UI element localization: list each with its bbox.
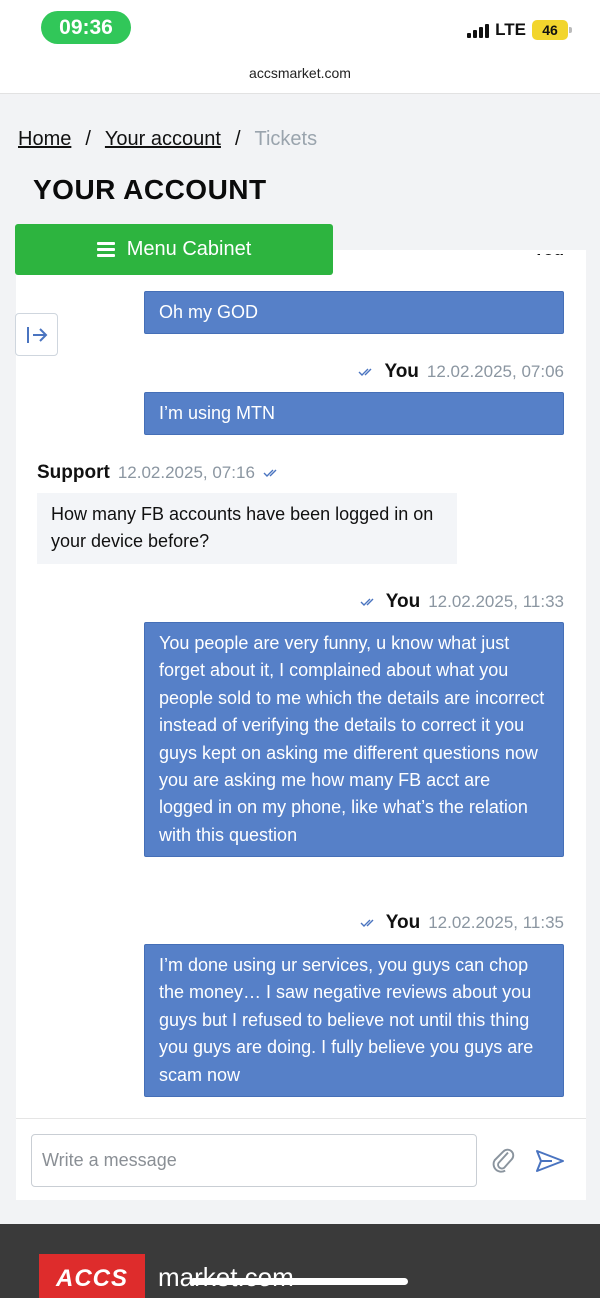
network-type: LTE [495, 20, 526, 39]
address-bar[interactable]: accsmarket.com [0, 58, 600, 94]
message-meta: Support 12.02.2025, 07:16 [37, 462, 281, 484]
status-time: 09:36 [41, 11, 131, 44]
status-bar: 09:36 LTE 46 [0, 0, 600, 58]
outgoing-message: You people are very funny, u know what j… [144, 622, 564, 858]
sidebar-toggle-icon [26, 326, 47, 343]
message-meta: You 12.02.2025, 07:06 [358, 361, 564, 383]
breadcrumb-separator: / [85, 128, 91, 150]
message-list[interactable]: You Oh my GOD You 12.02.2025, 07:06 I’m … [16, 250, 586, 1118]
page-title: YOUR ACCOUNT [33, 174, 267, 205]
message-time: 12.02.2025, 07:16 [117, 463, 255, 482]
home-indicator [190, 1278, 408, 1285]
outgoing-message: Oh my GOD [144, 291, 564, 335]
status-indicators: LTE 46 [467, 20, 572, 40]
breadcrumb-home-link[interactable]: Home [18, 128, 71, 151]
send-icon [536, 1150, 564, 1172]
footer-logo-badge[interactable]: ACCS [39, 1254, 145, 1298]
outgoing-message: I’m done using ur services, you guys can… [144, 944, 564, 1098]
message-input[interactable] [31, 1134, 477, 1187]
menu-cabinet-button[interactable]: Menu Cabinet [15, 224, 333, 275]
message-time: 12.02.2025, 11:35 [428, 913, 564, 932]
breadcrumb: Home / Your account / Tickets [18, 128, 317, 151]
site-footer: ACCS market.com [0, 1224, 600, 1298]
message-author: You [385, 912, 421, 933]
menu-cabinet-label: Menu Cabinet [126, 238, 252, 260]
send-button[interactable] [532, 1144, 568, 1178]
battery-icon: 46 [532, 20, 572, 40]
message-author: Support [37, 462, 110, 483]
hamburger-icon [96, 242, 115, 257]
message-time: 12.02.2025, 11:33 [428, 592, 564, 611]
breadcrumb-separator: / [234, 128, 241, 150]
read-ticks-icon [360, 598, 374, 606]
incoming-message: How many FB accounts have been logged in… [37, 493, 457, 564]
read-ticks-icon [263, 469, 277, 477]
read-ticks-icon [358, 368, 372, 376]
message-author: You [384, 361, 419, 382]
paperclip-icon [492, 1148, 515, 1173]
read-ticks-icon [360, 919, 374, 927]
breadcrumb-account-link[interactable]: Your account [105, 128, 221, 151]
breadcrumb-current: Tickets [254, 128, 318, 150]
outgoing-message: I’m using MTN [144, 392, 564, 436]
message-author: You [533, 254, 564, 260]
message-time: 12.02.2025, 07:06 [426, 362, 564, 381]
message-meta: You 12.02.2025, 11:33 [360, 591, 564, 613]
exit-chat-button[interactable] [15, 313, 58, 356]
chat-panel: You Oh my GOD You 12.02.2025, 07:06 I’m … [16, 250, 586, 1200]
composer-divider [16, 1118, 586, 1119]
attach-button[interactable] [488, 1144, 522, 1178]
message-meta: You 12.02.2025, 11:35 [360, 912, 564, 934]
message-author: You [385, 591, 421, 612]
signal-icon [467, 22, 490, 38]
